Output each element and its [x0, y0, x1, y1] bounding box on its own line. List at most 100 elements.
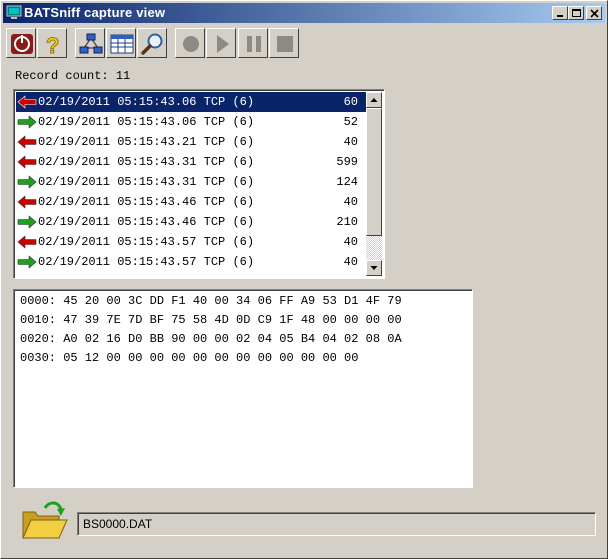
monitor-icon — [6, 5, 22, 19]
arrow-right-icon — [17, 175, 37, 189]
find-button[interactable] — [137, 28, 167, 58]
maximize-icon — [572, 9, 581, 17]
help-icon: ? — [46, 33, 60, 56]
file-name-text: BS0000.DAT — [83, 517, 153, 531]
packet-protocol: TCP (6) — [203, 135, 255, 149]
minimize-button[interactable] — [552, 6, 568, 20]
hex-dump-view[interactable]: 0000: 45 20 00 3C DD F1 40 00 34 06 FF A… — [13, 289, 473, 488]
packet-list[interactable]: 02/19/2011 05:15:43.06 TCP (6) 60 02/19/20… — [13, 89, 385, 279]
packet-row[interactable]: 02/19/2011 05:15:43.31 TCP (6) 599 — [16, 152, 368, 172]
file-name-field[interactable]: BS0000.DAT — [77, 512, 596, 536]
packet-datetime: 02/19/2011 05:15:43.57 — [38, 255, 197, 269]
power-button[interactable] — [6, 28, 36, 58]
packet-row-info: 02/19/2011 05:15:43.21 TCP (6) — [38, 135, 254, 149]
packet-size: 124 — [336, 175, 358, 189]
capture-window: BATSniff capture view ? Record count: 11… — [0, 0, 608, 559]
arrow-right-icon — [17, 215, 37, 229]
packet-row-info: 02/19/2011 05:15:43.57 TCP (6) — [38, 255, 254, 269]
packet-list-scrollbar[interactable] — [366, 92, 382, 276]
packet-protocol: TCP (6) — [203, 235, 255, 249]
packet-row[interactable]: 02/19/2011 05:15:43.31 TCP (6) 124 — [16, 172, 368, 192]
packet-size: 599 — [336, 155, 358, 169]
scroll-up-button[interactable] — [366, 92, 382, 108]
packet-protocol: TCP (6) — [203, 95, 255, 109]
packet-size: 52 — [343, 115, 358, 129]
arrow-left-icon — [17, 95, 37, 109]
help-button[interactable]: ? — [37, 28, 67, 58]
arrow-down-icon — [370, 266, 378, 270]
packet-row-info: 02/19/2011 05:15:43.57 TCP (6) — [38, 235, 254, 249]
packet-size: 40 — [343, 235, 358, 249]
table-button[interactable] — [106, 28, 136, 58]
arrow-right-icon — [17, 255, 37, 269]
toolbar: ? — [6, 28, 606, 60]
window-title: BATSniff capture view — [24, 5, 166, 20]
packet-row-info: 02/19/2011 05:15:43.06 TCP (6) — [38, 95, 254, 109]
packet-datetime: 02/19/2011 05:15:43.31 — [38, 155, 197, 169]
scroll-track[interactable] — [366, 236, 382, 260]
arrow-left-icon — [17, 195, 37, 209]
network-button[interactable] — [75, 28, 105, 58]
arrow-right-icon — [17, 115, 37, 129]
packet-size: 60 — [343, 95, 358, 109]
hex-line: 0010: 47 39 7E 7D BF 75 58 4D 0D C9 1F 4… — [20, 313, 402, 327]
power-icon — [11, 34, 33, 54]
packet-size: 40 — [343, 195, 358, 209]
packet-row[interactable]: 02/19/2011 05:15:43.57 TCP (6) 40 — [16, 232, 368, 252]
svg-text:?: ? — [46, 33, 59, 56]
packet-size: 40 — [343, 255, 358, 269]
packet-row[interactable]: 02/19/2011 05:15:43.21 TCP (6) 40 — [16, 132, 368, 152]
maximize-button[interactable] — [568, 6, 584, 20]
packet-size: 40 — [343, 135, 358, 149]
hex-line: 0020: A0 02 16 D0 BB 90 00 00 02 04 05 B… — [20, 332, 402, 346]
packet-datetime: 02/19/2011 05:15:43.06 — [38, 115, 197, 129]
packet-row[interactable]: 02/19/2011 05:15:43.06 TCP (6) 52 — [16, 112, 368, 132]
record-button[interactable] — [175, 28, 205, 58]
stop-icon — [277, 36, 293, 52]
scroll-thumb[interactable] — [366, 108, 382, 236]
packet-row-info: 02/19/2011 05:15:43.46 TCP (6) — [38, 215, 254, 229]
close-button[interactable] — [586, 6, 602, 20]
packet-protocol: TCP (6) — [203, 115, 255, 129]
packet-row-info: 02/19/2011 05:15:43.46 TCP (6) — [38, 195, 254, 209]
packet-datetime: 02/19/2011 05:15:43.06 — [38, 95, 197, 109]
record-icon — [183, 36, 199, 52]
packet-datetime: 02/19/2011 05:15:43.57 — [38, 235, 197, 249]
title-bar[interactable]: BATSniff capture view — [3, 3, 605, 23]
packet-row-info: 02/19/2011 05:15:43.31 TCP (6) — [38, 175, 254, 189]
network-icon — [79, 33, 103, 54]
arrow-left-icon — [17, 155, 37, 169]
packet-row[interactable]: 02/19/2011 05:15:43.06 TCP (6) 60 — [16, 92, 368, 112]
packet-datetime: 02/19/2011 05:15:43.21 — [38, 135, 197, 149]
arrow-up-icon — [370, 98, 378, 102]
table-icon — [110, 34, 134, 54]
packet-row-info: 02/19/2011 05:15:43.06 TCP (6) — [38, 115, 254, 129]
packet-protocol: TCP (6) — [203, 195, 255, 209]
packet-protocol: TCP (6) — [203, 175, 255, 189]
packet-list-rows: 02/19/2011 05:15:43.06 TCP (6) 60 02/19/20… — [16, 92, 368, 272]
packet-protocol: TCP (6) — [203, 155, 255, 169]
hex-line: 0000: 45 20 00 3C DD F1 40 00 34 06 FF A… — [20, 294, 402, 308]
packet-datetime: 02/19/2011 05:15:43.46 — [38, 195, 197, 209]
packet-row-info: 02/19/2011 05:15:43.31 TCP (6) — [38, 155, 254, 169]
packet-row[interactable]: 02/19/2011 05:15:43.46 TCP (6) 40 — [16, 192, 368, 212]
scroll-down-button[interactable] — [366, 260, 382, 276]
packet-size: 210 — [336, 215, 358, 229]
magnifier-icon — [141, 33, 163, 55]
packet-row[interactable]: 02/19/2011 05:15:43.57 TCP (6) 40 — [16, 252, 368, 272]
packet-protocol: TCP (6) — [203, 215, 255, 229]
packet-datetime: 02/19/2011 05:15:43.31 — [38, 175, 197, 189]
minimize-icon — [557, 15, 563, 17]
record-count-label: Record count: 11 — [15, 69, 131, 83]
close-icon — [590, 9, 599, 18]
pause-button[interactable] — [238, 28, 268, 58]
play-icon — [217, 35, 229, 53]
play-button[interactable] — [206, 28, 236, 58]
packet-protocol: TCP (6) — [203, 255, 255, 269]
stop-button[interactable] — [269, 28, 299, 58]
packet-row[interactable]: 02/19/2011 05:15:43.46 TCP (6) 210 — [16, 212, 368, 232]
open-folder-icon[interactable] — [19, 498, 69, 544]
hex-line: 0030: 05 12 00 00 00 00 00 00 00 00 00 0… — [20, 351, 359, 365]
pause-icon — [247, 36, 261, 52]
packet-datetime: 02/19/2011 05:15:43.46 — [38, 215, 197, 229]
